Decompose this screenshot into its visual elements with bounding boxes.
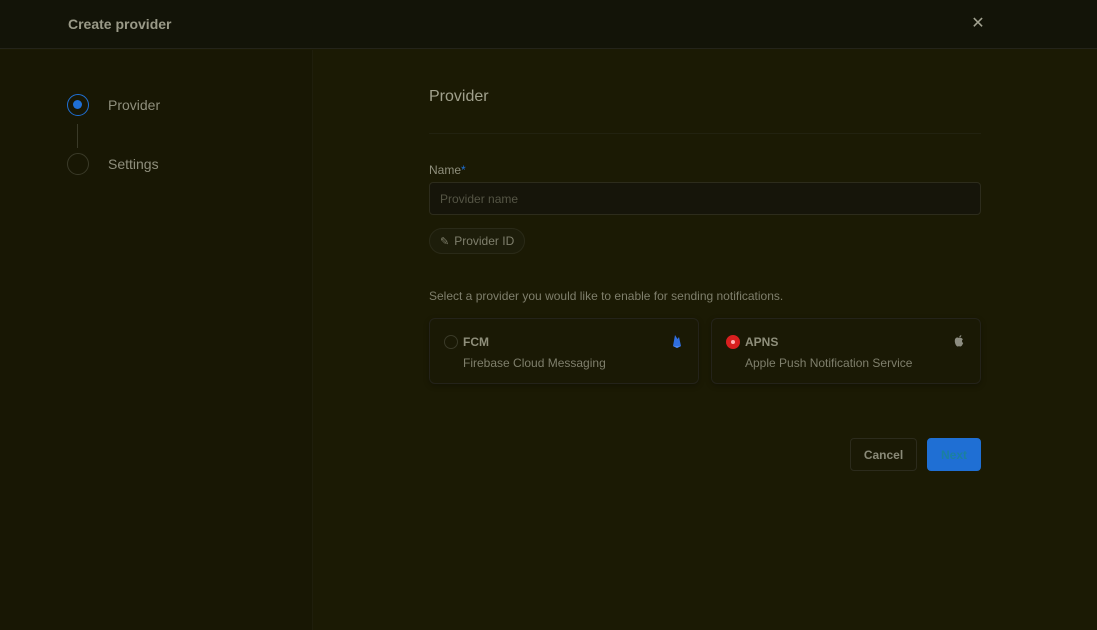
apple-icon bbox=[954, 335, 964, 347]
provider-card-fcm[interactable]: FCM Firebase Cloud Messaging bbox=[429, 318, 699, 384]
provider-name: FCM bbox=[463, 335, 489, 349]
provider-description: Select a provider you would like to enab… bbox=[429, 289, 784, 303]
dialog-title: Create provider bbox=[68, 16, 172, 32]
step-indicator bbox=[67, 153, 89, 175]
provider-desc: Apple Push Notification Service bbox=[745, 356, 913, 370]
step-settings[interactable]: Settings bbox=[67, 153, 159, 175]
radio-fcm[interactable] bbox=[444, 335, 458, 349]
provider-desc: Firebase Cloud Messaging bbox=[463, 356, 606, 370]
step-active-indicator bbox=[67, 94, 89, 116]
provider-name-input[interactable] bbox=[429, 182, 981, 215]
stepper-sidebar bbox=[0, 50, 313, 630]
step-label: Provider bbox=[108, 97, 161, 113]
provider-id-button[interactable]: ✎ Provider ID bbox=[429, 228, 526, 254]
provider-id-label: Provider ID bbox=[454, 234, 515, 248]
pencil-icon: ✎ bbox=[440, 235, 450, 248]
next-button[interactable]: Next bbox=[927, 438, 981, 471]
name-label: Name* bbox=[429, 163, 466, 177]
divider bbox=[429, 133, 981, 134]
step-provider[interactable]: Provider bbox=[67, 94, 160, 116]
main-content: Provider Name* ✎ Provider ID Select a pr… bbox=[314, 50, 1097, 630]
cancel-button[interactable]: Cancel bbox=[850, 438, 917, 471]
step-connector bbox=[77, 124, 78, 148]
close-icon[interactable]: ✕ bbox=[969, 15, 987, 33]
provider-name: APNS bbox=[745, 335, 779, 349]
provider-card-apns[interactable]: APNS Apple Push Notification Service bbox=[711, 318, 981, 384]
radio-apns[interactable] bbox=[726, 335, 740, 349]
step-label: Settings bbox=[108, 156, 159, 172]
required-marker: * bbox=[461, 163, 466, 177]
section-heading: Provider bbox=[429, 88, 489, 105]
firebase-icon bbox=[673, 335, 681, 348]
dialog-header: Create provider ✕ bbox=[0, 0, 1097, 49]
